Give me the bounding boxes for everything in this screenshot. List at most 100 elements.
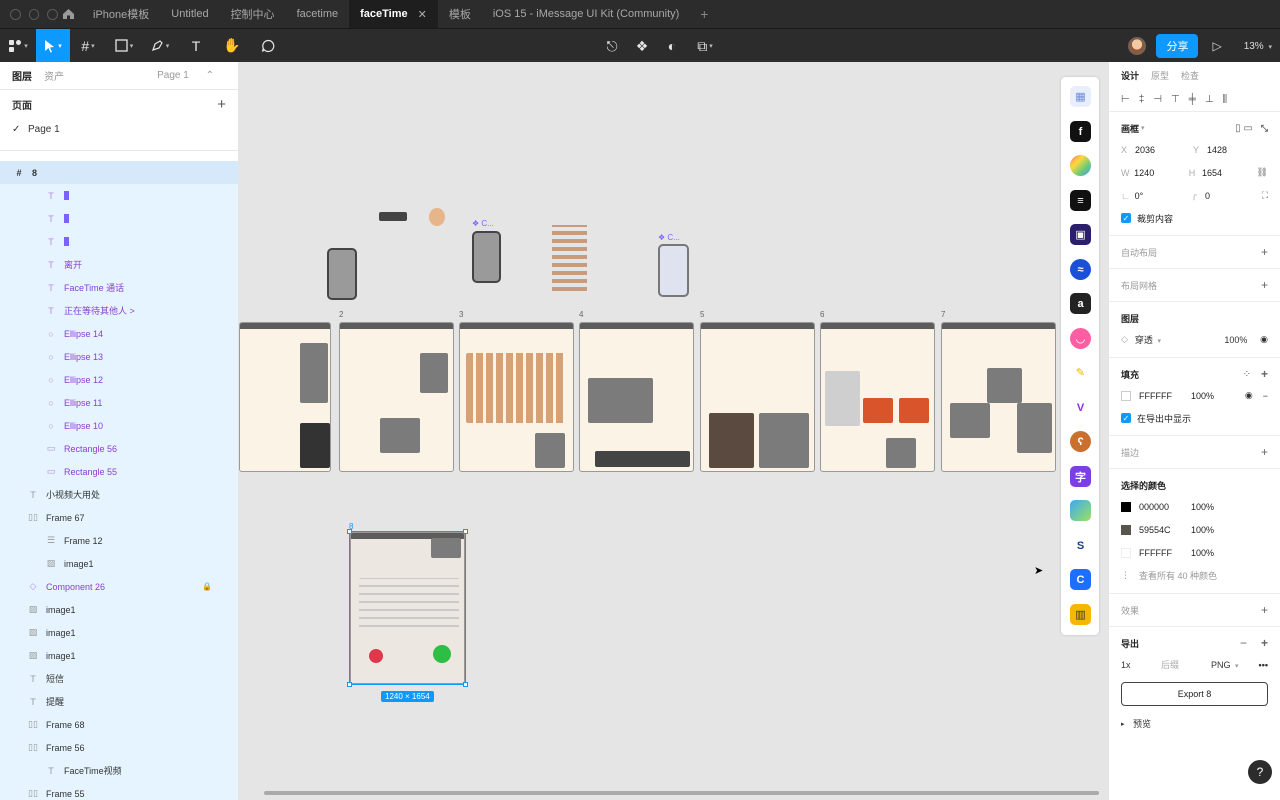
layer-frame-55[interactable]: ▯▯ Frame 55 [0,782,238,800]
layer-text[interactable]: T [0,230,238,253]
comment-tool-icon[interactable] [250,29,286,63]
layer-text-waiting[interactable]: T 正在等待其他人 > [0,299,238,322]
tab-iphone-template[interactable]: iPhone模板 [82,0,160,28]
hand-tool-icon[interactable]: ✋ [214,29,250,63]
color-row-gray[interactable]: 59554C 100% [1121,518,1268,541]
memoji-grid[interactable] [552,225,587,295]
style-grid-icon[interactable]: ⁘ [1243,369,1251,380]
distribute-icon[interactable]: ⫼ [1223,94,1228,105]
phone-mockup[interactable] [472,231,501,283]
layer-text-small-video[interactable]: T 小视频大用处 [0,483,238,506]
align-left-icon[interactable]: ⊢ [1121,94,1130,105]
align-center-h-icon[interactable]: ‡ [1139,94,1145,105]
plugin-a-icon[interactable]: a [1070,293,1091,314]
frame-2[interactable] [339,322,454,472]
resize-icon[interactable]: ⤡ [1261,123,1268,134]
close-window-button[interactable] [10,8,21,20]
share-button[interactable]: 分享 [1156,34,1199,58]
mask-icon[interactable]: ◐ [662,29,682,63]
shape-tool-icon[interactable]: ▾ [106,29,142,63]
plugin-columns-icon[interactable]: ▥ [1070,604,1091,625]
export-scale-select[interactable]: 1x [1121,660,1161,670]
tab-layers[interactable]: 图层 [12,68,32,83]
add-auto-layout-icon[interactable]: + [1261,245,1268,259]
layer-rectangle[interactable]: ▭ Rectangle 55 [0,460,238,483]
tab-prototype[interactable]: 原型 [1151,69,1169,82]
plugin-pencil-icon[interactable]: ✎ [1070,362,1091,383]
plugin-v-icon[interactable]: V [1070,397,1091,418]
plugin-layout-icon[interactable]: ▦ [1070,86,1091,107]
show-in-export-checkbox[interactable]: ✓ 在导出中显示 [1121,407,1268,429]
preview-toggle[interactable]: ▸ 预览 [1121,712,1268,735]
width-input[interactable]: 1240 [1134,168,1189,178]
help-button[interactable]: ? [1248,760,1272,784]
present-icon[interactable]: ▷ [1212,39,1221,53]
layer-rectangle[interactable]: ▭ Rectangle 56 [0,437,238,460]
boolean-icon[interactable]: ⧉ ▾ [692,29,718,63]
export-suffix-input[interactable]: 后缀 [1161,658,1211,671]
frame-6[interactable] [820,322,935,472]
add-stroke-icon[interactable]: + [1261,445,1268,459]
layer-text-leave[interactable]: T 离开 [0,253,238,276]
layer-text[interactable]: T [0,207,238,230]
fill-visibility-icon[interactable]: ◉ [1245,390,1253,401]
plugin-grid-icon[interactable]: ▣ [1070,224,1091,245]
frame-5[interactable] [700,322,815,472]
phone-mockup[interactable] [327,248,357,300]
phone-mockup[interactable] [658,244,689,297]
x-input[interactable]: 2036 [1135,145,1193,155]
main-menu-icon[interactable]: ▾ [0,29,36,63]
canvas[interactable]: ❖ C... ❖ C... 2 3 4 5 6 7 8 1240 × 1654 … [239,62,1108,800]
independent-corners-icon[interactable]: ⛶ [1262,190,1268,201]
tab-facetime-active[interactable]: faceTime ✕ [349,0,438,28]
color-swatch[interactable] [1121,547,1131,558]
add-fill-icon[interactable]: + [1261,367,1268,381]
tab-untitled[interactable]: Untitled [160,0,219,28]
lock-icon[interactable]: 🔒 [202,582,212,591]
layer-text[interactable]: T [0,184,238,207]
frame-title[interactable]: 画框 [1121,122,1139,135]
fill-hex-input[interactable]: FFFFFF [1139,391,1191,401]
layer-frame-68[interactable]: ▯▯ Frame 68 [0,713,238,736]
radius-input[interactable]: 0 [1205,191,1262,201]
new-tab-icon[interactable]: + [690,6,718,22]
component-label[interactable]: ❖ C... [658,233,680,242]
constrain-proportions-icon[interactable]: ⛓ [1257,167,1268,178]
maximize-window-button[interactable] [47,8,59,20]
add-layout-grid-icon[interactable]: + [1261,278,1268,292]
text-tool-icon[interactable]: T [178,29,214,63]
layer-frame-12[interactable]: ☰ Frame 12 [0,529,238,552]
layer-text-remind[interactable]: T 提醒 [0,690,238,713]
layer-frame-67[interactable]: ▯▯ Frame 67 [0,506,238,529]
remove-fill-icon[interactable]: − [1263,391,1268,401]
layer-ellipse[interactable]: ○ Ellipse 13 [0,345,238,368]
height-input[interactable]: 1654 [1202,168,1257,178]
y-input[interactable]: 1428 [1207,145,1265,155]
close-tab-icon[interactable]: ✕ [418,8,427,21]
export-format-select[interactable]: PNG ▾ [1211,660,1247,670]
layer-text-facetime-video[interactable]: T FaceTime视频 [0,759,238,782]
plugin-gradient-icon[interactable] [1070,155,1091,176]
clip-content-checkbox[interactable]: ✓ 裁剪内容 [1121,207,1268,229]
color-swatch[interactable] [1121,501,1131,512]
align-top-icon[interactable]: ⊤ [1171,94,1180,105]
detach-icon[interactable]: ⎋ [602,29,622,63]
layer-ellipse[interactable]: ○ Ellipse 12 [0,368,238,391]
plugin-wave-icon[interactable]: ≈ [1070,259,1091,280]
plugin-smile-icon[interactable]: ◡ [1070,328,1091,349]
tab-assets[interactable]: 资产 [44,68,64,83]
home-icon[interactable] [58,4,78,24]
frame-tool-icon[interactable]: # ▾ [70,29,106,63]
layer-image[interactable]: ▨ image1 [0,644,238,667]
tab-imessage-ui-kit[interactable]: iOS 15 - iMessage UI Kit (Community) [482,0,690,28]
fill-swatch[interactable] [1121,390,1131,401]
plugin-c-icon[interactable]: C [1070,569,1091,590]
frame-7[interactable] [941,322,1056,472]
layer-ellipse[interactable]: ○ Ellipse 10 [0,414,238,437]
user-avatar[interactable] [1128,37,1147,55]
minimize-window-button[interactable] [28,8,40,20]
tab-inspect[interactable]: 检查 [1181,69,1199,82]
plugin-font-icon[interactable]: f [1070,121,1091,142]
tab-design[interactable]: 设计 [1121,69,1139,82]
layer-frame-8[interactable]: #8 [0,161,238,184]
